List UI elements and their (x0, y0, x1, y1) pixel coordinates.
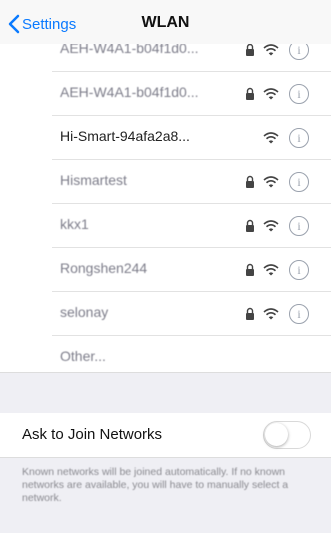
lock-icon (246, 263, 254, 276)
network-row[interactable]: kkx1 i (52, 204, 331, 248)
network-name: Hismartest (60, 172, 127, 188)
wifi-icon (263, 264, 279, 276)
info-icon[interactable]: i (289, 304, 309, 324)
network-name: selonay (60, 304, 109, 320)
wifi-icon (263, 220, 279, 232)
info-icon[interactable]: i (289, 84, 309, 104)
network-name: AEH-W4A1-b04f1d0... (60, 44, 199, 56)
lock-icon (246, 87, 254, 100)
ask-to-join-label: Ask to Join Networks (22, 426, 163, 443)
wifi-icon (263, 44, 279, 56)
lock-icon (246, 219, 254, 232)
network-row[interactable]: Hi-Smart-94afa2a8... i (52, 116, 331, 160)
wifi-icon (263, 88, 279, 100)
network-name: Rongshen244 (60, 260, 148, 276)
network-row[interactable]: Hismartest i (52, 160, 331, 204)
info-icon[interactable]: i (289, 260, 309, 280)
info-icon[interactable]: i (289, 216, 309, 236)
lock-icon (246, 44, 254, 56)
network-name: AEH-W4A1-b04f1d0... (60, 84, 199, 100)
ask-to-join-toggle[interactable] (263, 421, 311, 449)
network-row[interactable]: selonay i (52, 292, 331, 336)
info-icon[interactable]: i (289, 172, 309, 192)
info-icon[interactable]: i (289, 44, 309, 60)
footer-description: Known networks will be joined automatica… (22, 466, 289, 504)
network-name: kkx1 (60, 216, 89, 232)
wifi-icon (263, 132, 279, 144)
page-title: WLAN (141, 14, 190, 31)
info-icon[interactable]: i (289, 128, 309, 148)
network-row[interactable]: AEH-W4A1-b04f1d0... i (52, 72, 331, 116)
section-separator (0, 372, 331, 414)
footer-section: Known networks will be joined automatica… (0, 458, 331, 533)
other-label: Other... (60, 348, 106, 364)
network-list: AEH-W4A1-b04f1d0... i AEH-W4A1-b04f1d0..… (0, 44, 331, 370)
wifi-icon (263, 176, 279, 188)
network-name: Hi-Smart-94afa2a8... (60, 128, 190, 144)
wifi-icon (263, 308, 279, 320)
network-row[interactable]: AEH-W4A1-b04f1d0... i (52, 44, 331, 72)
lock-icon (246, 175, 254, 188)
navigation-bar: Settings WLAN (0, 0, 331, 44)
lock-icon (246, 307, 254, 320)
toggle-knob (265, 423, 288, 446)
ask-to-join-row: Ask to Join Networks (0, 413, 331, 458)
other-network-row[interactable]: Other... (52, 336, 331, 370)
network-row[interactable]: Rongshen244 i (52, 248, 331, 292)
